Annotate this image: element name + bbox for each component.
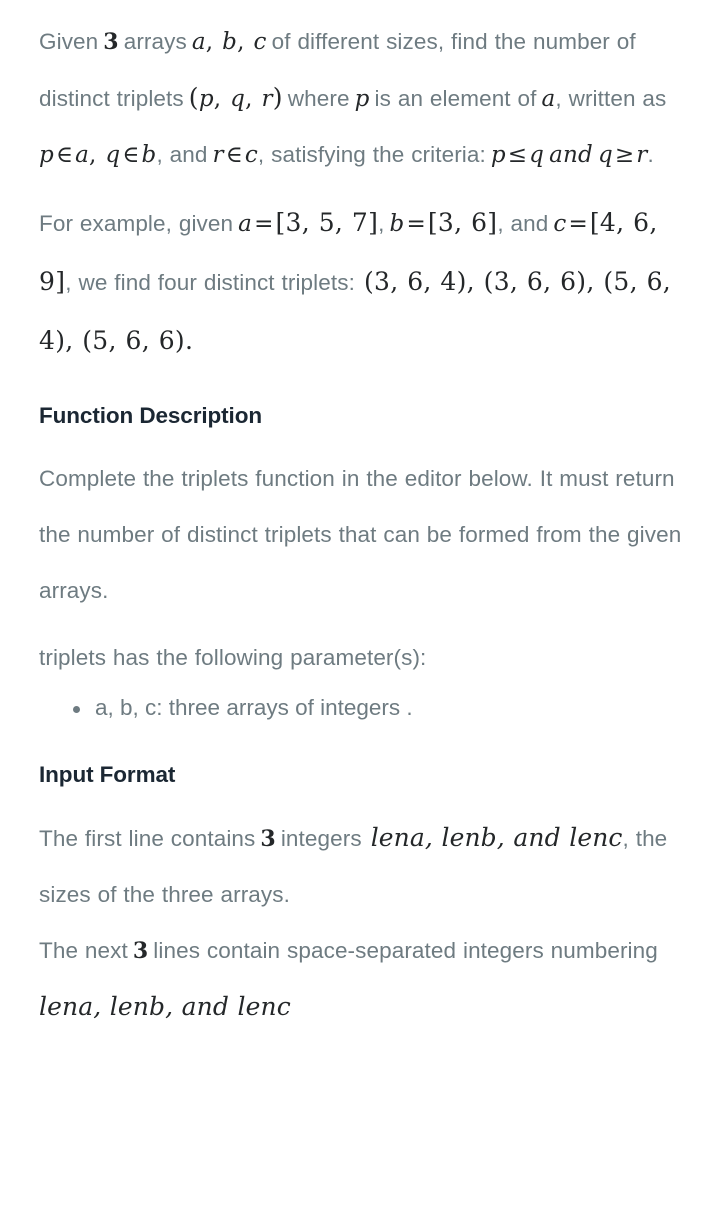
math-triplet-comma-1: , — [213, 86, 222, 112]
problem-statement: Given 3 arrays a, b, c of different sizes, fin… — [0, 0, 716, 1036]
math-criteria-and: and — [549, 142, 593, 168]
intro-text-part1: Given — [39, 29, 99, 54]
heading-input-format: Input Format — [39, 762, 176, 787]
math-triplet-r: r — [261, 86, 273, 112]
input-line2-post-text: lines contain space-separated integers n… — [153, 938, 658, 963]
example-separator-2: , and — [497, 211, 549, 236]
problem-intro-paragraph: Given 3 arrays a, b, c of different sizes, fin… — [39, 14, 688, 183]
math-comma-2: , — [237, 29, 245, 55]
input-format-line-2: The next 3 lines contain space-separated i… — [39, 923, 688, 1036]
math-triplet-p: p — [198, 86, 214, 112]
intro-text-part2: arrays — [123, 29, 187, 54]
math-example-c-name: c — [553, 211, 567, 237]
math-input-lengths-vars-1: lena, lenb, and lenc — [370, 823, 623, 852]
list-item: a, b, c: three arrays of integers . — [73, 686, 688, 730]
math-element-of-icon-2: ∈ — [122, 142, 140, 168]
math-example-b-value: [3, 6] — [427, 208, 498, 237]
intro-text-part6: , written as — [555, 86, 667, 111]
math-member-b: b — [141, 142, 157, 168]
example-lead-text: For example, given — [39, 211, 234, 236]
input-line2-pre-text: The next — [39, 938, 128, 963]
heading-function-description: Function Description — [39, 403, 263, 428]
math-member-r: r — [212, 142, 224, 168]
function-parameters-list: a, b, c: three arrays of integers . — [39, 686, 688, 730]
math-member-a: a — [75, 142, 89, 168]
math-element-of-icon-3: ∈ — [225, 142, 243, 168]
math-example-a-name: a — [238, 211, 253, 237]
intro-text-part4: where — [287, 86, 350, 111]
intro-text-part8: , satisfying the criteria: — [257, 142, 486, 167]
example-tail-text: , we find four distinct triplets: — [65, 270, 355, 295]
math-less-than-or-equal-icon: ≤ — [507, 142, 528, 168]
math-member-comma: , — [89, 142, 97, 168]
math-member-q: q — [105, 142, 121, 168]
example-paragraph: For example, given a=[3, 5, 7], b=[3, 6], … — [39, 194, 688, 371]
intro-array-count: 3 — [103, 29, 119, 55]
input-line1-pre-text: The first line contains — [39, 826, 256, 851]
function-parameters-lead: triplets has the following parameter(s): — [39, 645, 427, 670]
math-equals-icon-3: = — [568, 211, 588, 237]
math-criteria-q2: q — [597, 142, 613, 168]
input-line1-post-text: integers — [280, 826, 362, 851]
math-triplet-close-paren: ) — [272, 83, 283, 112]
math-triplet-open-paren: ( — [188, 83, 199, 112]
math-example-a-value: [3, 5, 7] — [275, 208, 379, 237]
math-greater-than-or-equal-icon: ≥ — [614, 142, 635, 168]
math-triplet-q: q — [230, 86, 246, 112]
math-input-lengths-vars-2: lena, lenb, and lenc — [39, 992, 291, 1021]
example-separator-1: , — [378, 211, 385, 236]
math-criteria-r: r — [636, 142, 648, 168]
intro-text-part7: , and — [156, 142, 208, 167]
intro-text-part5: is an element of — [374, 86, 537, 111]
math-element-of-icon-1: ∈ — [55, 142, 74, 168]
math-criteria-q: q — [529, 142, 545, 168]
math-array-a: a — [191, 29, 206, 55]
math-var-p: p — [354, 86, 370, 112]
math-var-a: a — [541, 86, 556, 112]
math-example-b-name: b — [389, 211, 405, 237]
math-triplet-comma-2: , — [245, 86, 253, 112]
function-description-paragraph: Complete the triplets function in the ed… — [39, 466, 682, 603]
input-line2-line-count: 3 — [132, 938, 149, 964]
math-member-c: c — [244, 142, 258, 168]
intro-period: . — [647, 142, 654, 167]
input-line1-integer-count: 3 — [260, 826, 276, 852]
math-array-b: b — [222, 29, 238, 55]
math-equals-icon-1: = — [254, 211, 274, 237]
math-array-c: c — [253, 29, 267, 55]
math-member-p: p — [39, 142, 54, 168]
math-equals-icon-2: = — [406, 211, 426, 237]
input-format-line-1: The first line contains 3 integers lena, le… — [39, 810, 688, 923]
math-comma-1: , — [205, 29, 214, 55]
math-criteria-p: p — [490, 142, 506, 168]
